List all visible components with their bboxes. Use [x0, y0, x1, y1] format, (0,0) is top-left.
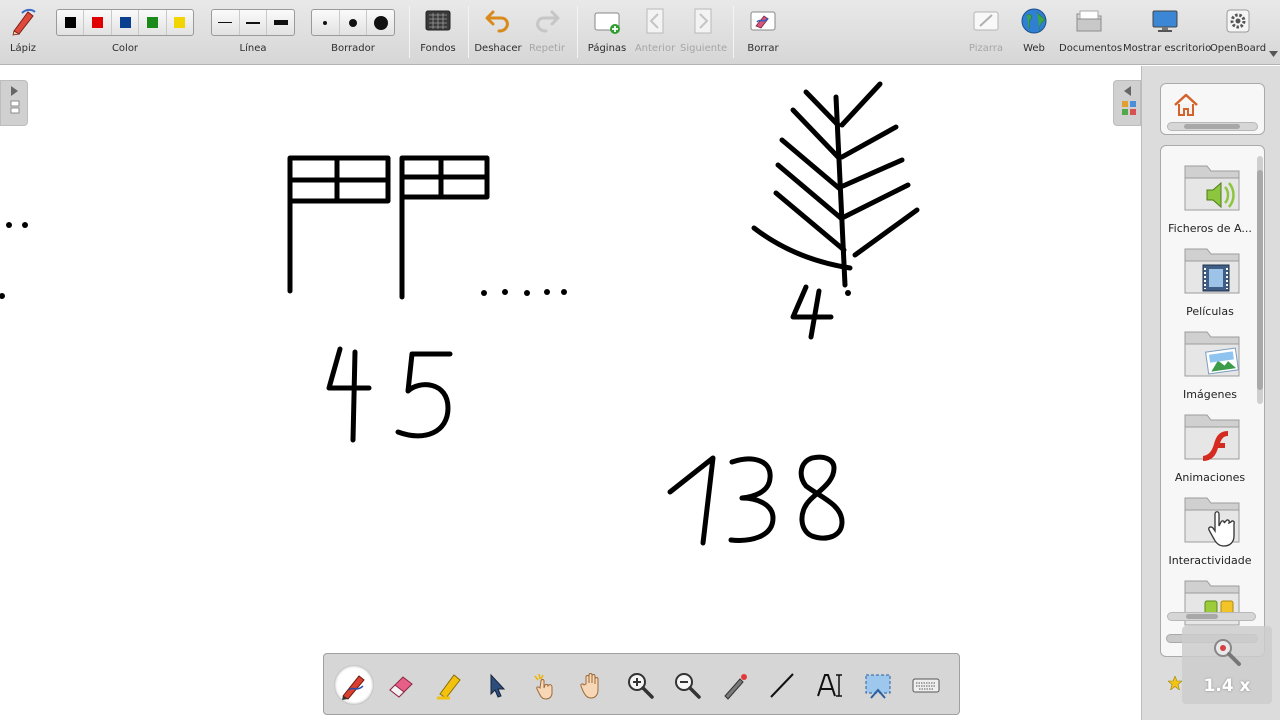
- globe-icon: [1021, 8, 1047, 34]
- laser-pointer-icon: [724, 674, 747, 700]
- main-toolbar: Lápiz Color Línea Borrador Fondos Deshac…: [0, 0, 1280, 65]
- drawn-flag-left: [287, 155, 391, 294]
- film-folder-icon: [1184, 248, 1240, 294]
- pencil-icon: [12, 8, 36, 36]
- redo-icon: [536, 10, 560, 33]
- library-scrollbar[interactable]: [1257, 156, 1263, 404]
- right-palette-toggle[interactable]: [1113, 80, 1141, 126]
- zoom-in-tool-button[interactable]: [620, 665, 660, 705]
- toolbar-divider: [409, 6, 410, 58]
- line-tool-button[interactable]: [762, 665, 802, 705]
- clear-page-icon: [750, 11, 776, 31]
- web-button[interactable]: Web: [1013, 0, 1055, 62]
- add-page-icon: [594, 12, 620, 34]
- virtual-keyboard-button[interactable]: [906, 665, 946, 705]
- star-icon[interactable]: [1168, 676, 1182, 690]
- color-group: Color: [111, 43, 139, 54]
- folder-images[interactable]: Imágenes: [1167, 326, 1251, 406]
- monitor-icon: [1152, 10, 1178, 32]
- apps-folder-icon: [1184, 580, 1240, 626]
- capture-tool-button[interactable]: [858, 665, 898, 705]
- show-desktop-button[interactable]: Mostrar escritorio: [1123, 0, 1211, 62]
- zoom-magnifier-icon: [1214, 639, 1241, 666]
- previous-page-icon: [646, 8, 664, 34]
- toolbar-divider: [468, 6, 469, 58]
- folder-interactivity[interactable]: Interactividade: [1167, 492, 1252, 572]
- openboard-window: Lápiz Color Línea Borrador Fondos Deshac…: [0, 0, 1280, 720]
- folder-animations[interactable]: Animaciones: [1167, 409, 1251, 489]
- library-folder-list: Ficheros de A... Películas Imágenes Anim…: [1160, 145, 1265, 657]
- arrow-cursor-icon: [490, 673, 506, 698]
- eraser-group: Borrador: [331, 43, 375, 54]
- pages-button[interactable]: Páginas: [584, 0, 630, 62]
- zoom-level-text: 1.4 x: [1203, 676, 1251, 696]
- line-icon: [770, 673, 794, 698]
- library-navigator: [1160, 83, 1265, 135]
- undo-icon: [485, 10, 509, 33]
- eraser-tool-button[interactable]: [381, 665, 421, 705]
- left-palette-toggle[interactable]: [0, 80, 28, 126]
- zoom-indicator: 1.4 x: [1182, 626, 1272, 704]
- text-tool-button[interactable]: [810, 665, 850, 705]
- pen-tool-button[interactable]: [334, 665, 374, 705]
- pen-icon: [342, 675, 365, 700]
- home-icon[interactable]: [1173, 92, 1199, 118]
- next-page-button[interactable]: Siguiente: [680, 0, 727, 62]
- zoom-out-tool-button[interactable]: [667, 665, 707, 705]
- chevron-down-icon[interactable]: [1269, 51, 1278, 57]
- clear-page-button[interactable]: Borrar: [740, 0, 786, 62]
- zoom-in-icon: [628, 673, 654, 699]
- images-folder-icon: [1184, 331, 1240, 377]
- highlighter-icon: [437, 674, 461, 700]
- documents-button[interactable]: Documentos: [1059, 0, 1122, 62]
- stylus-palette: [323, 653, 960, 715]
- navigator-scrollbar[interactable]: [1167, 122, 1258, 131]
- openboard-menu-button[interactable]: OpenBoard: [1209, 0, 1267, 62]
- redo-button[interactable]: Repetir: [525, 0, 569, 62]
- hand-folder-icon: [1184, 497, 1240, 547]
- highlighter-tool-button[interactable]: [429, 665, 469, 705]
- line-group: Línea: [239, 43, 267, 54]
- drawn-digit-4: [790, 284, 834, 340]
- hand-tool-button[interactable]: [572, 665, 612, 705]
- board-canvas[interactable]: [0, 66, 1141, 720]
- folder-movies[interactable]: Películas: [1167, 243, 1251, 323]
- capture-icon: [865, 674, 891, 699]
- pointer-hand-icon: [534, 673, 553, 700]
- backgrounds-icon: [425, 10, 451, 31]
- backgrounds-button[interactable]: Fondos: [414, 0, 462, 62]
- board-mode-button[interactable]: Pizarra: [963, 0, 1009, 62]
- next-page-icon: [694, 8, 712, 34]
- eraser-icon: [389, 676, 413, 698]
- selector-tool-button[interactable]: [476, 665, 516, 705]
- gear-icon: [1226, 9, 1250, 33]
- pencil-button[interactable]: Lápiz: [0, 0, 46, 62]
- zoom-out-icon: [675, 673, 701, 699]
- drawn-tree: [751, 81, 920, 288]
- board-icon: [973, 11, 999, 31]
- toolbar-divider: [733, 6, 734, 58]
- drawn-number-45: [326, 346, 453, 443]
- hand-icon: [580, 673, 599, 699]
- documents-folder-icon: [1076, 10, 1102, 32]
- page-thumbnails-icon: [10, 86, 20, 114]
- undo-button[interactable]: Deshacer: [473, 0, 523, 62]
- drawn-number-138: [667, 454, 845, 546]
- toolbar-divider: [577, 6, 578, 58]
- drawn-dots: [0, 222, 851, 299]
- keyboard-icon: [912, 678, 940, 693]
- library-horizontal-scrollbar[interactable]: [1167, 612, 1256, 621]
- previous-page-button[interactable]: Anterior: [634, 0, 676, 62]
- flash-folder-icon: [1184, 414, 1240, 461]
- folder-audio[interactable]: Ficheros de A...: [1167, 160, 1252, 240]
- library-icon: [1122, 86, 1136, 115]
- library-palette: Ficheros de A... Películas Imágenes Anim…: [1141, 66, 1280, 720]
- laser-pointer-tool-button[interactable]: [715, 665, 755, 705]
- drawn-flag-right: [399, 155, 490, 300]
- interact-tool-button[interactable]: [524, 665, 564, 705]
- audio-folder-icon: [1184, 165, 1240, 211]
- text-icon: [817, 674, 842, 697]
